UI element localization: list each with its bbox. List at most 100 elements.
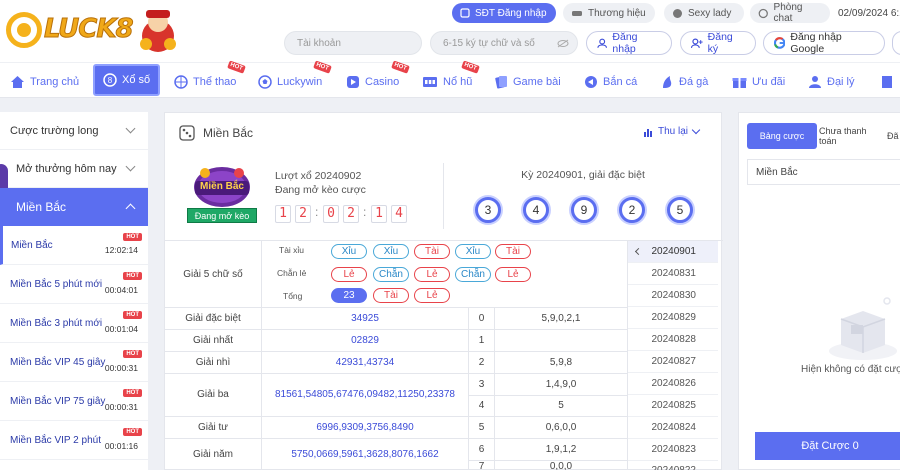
sidebar-item-vip-2[interactable]: Miền Bắc VIP 2 phút HOT 00:01:16 (0, 421, 148, 460)
head-digit: 7 (478, 461, 485, 470)
nav-sports-label: Thể thao (193, 76, 237, 88)
sidebar-item-time: 00:01:16 (104, 441, 138, 451)
phone-icon (460, 8, 470, 18)
lottery-sidebar: Cược trường long Mở thưởng hôm nay Miền … (0, 112, 148, 470)
chevron-left-icon (634, 247, 643, 256)
nav-lottery[interactable]: 8 Xổ số (93, 64, 161, 96)
eye-off-icon[interactable] (557, 39, 569, 48)
sidebar-ongoing-label: Cược trường long (10, 124, 99, 137)
tong-label: Tổng (283, 291, 303, 301)
nav-agent-label: Đại lý (827, 76, 855, 88)
nav-cockfight-label: Đá gà (679, 76, 709, 88)
sidebar-draw-today[interactable]: Mở thưởng hôm nay (0, 150, 148, 204)
round-date-item[interactable]: 20240901 (628, 241, 718, 263)
result-ball: 2 (619, 197, 645, 223)
sidebar-region-mien-bac[interactable]: Miền Bắc (0, 188, 148, 226)
bet-region-select[interactable]: Miền Bắc (747, 159, 900, 185)
nav-more[interactable] (880, 67, 894, 97)
sidebar-ongoing[interactable]: Cược trường long (0, 112, 148, 150)
tai-xiu-tag: Xỉu (455, 244, 491, 259)
prize-value: 42931,43734 (335, 356, 395, 368)
round-date-item[interactable]: 20240829 (628, 307, 718, 329)
phone-login-button[interactable]: SĐT Đăng nhập (452, 3, 556, 23)
dice-icon (179, 125, 195, 141)
nav-slots[interactable]: Nổ hũ HOT (422, 60, 480, 97)
chan-le-tag: Lẻ (495, 267, 531, 282)
sidebar-item-mien-bac-5[interactable]: Miền Bắc 5 phút mới HOT 00:04:01 (0, 265, 148, 304)
tail-digits: 5 (558, 400, 564, 411)
tab-bet-board[interactable]: Bảng cược (747, 123, 817, 149)
round-date-item[interactable]: 20240830 (628, 285, 718, 307)
nav-fishing[interactable]: Bắn cá (584, 67, 637, 97)
nav-slots-label: Nổ hũ (443, 76, 473, 88)
nav-cockfight[interactable]: Đá gà (660, 67, 708, 97)
round-date: 20240901 (651, 246, 697, 257)
sidebar-item-label: Miền Bắc VIP 2 phút (10, 434, 101, 446)
sidebar-item-label: Miền Bắc 5 phút mới (10, 278, 103, 290)
tong-tag: Lẻ (414, 288, 450, 303)
nav-home[interactable]: Trang chủ (10, 67, 79, 97)
nav-agent[interactable]: Đại lý (808, 67, 855, 97)
chat-room-button[interactable]: Phòng chat (750, 2, 830, 24)
place-bet-button[interactable]: Đặt Cược 0 (755, 432, 900, 460)
nav-promotions[interactable]: Ưu đãi (732, 67, 785, 97)
round-date-item[interactable]: 20240823 (628, 439, 718, 461)
lottery-main-panel: Miền Bắc Thu lại Miền Bắc Đang mở kèo Lư… (164, 112, 723, 470)
nav-card-games[interactable]: Game bài (494, 67, 561, 97)
countdown-separator: : (315, 205, 319, 219)
nav-card-games-label: Game bài (513, 76, 561, 88)
result-ball: 3 (475, 197, 501, 223)
google-login-button[interactable]: Đăng nhập Google (763, 31, 885, 55)
round-date-item[interactable]: 20240831 (628, 263, 718, 285)
gift-icon (732, 78, 747, 88)
nav-luckywin-label: Luckywin (277, 76, 323, 88)
chan-le-tag: Lẻ (414, 267, 450, 282)
tong-tag: Tài (373, 288, 409, 303)
book-icon (882, 76, 892, 88)
round-date-item[interactable]: 20240825 (628, 395, 718, 417)
tail-digits: 0,6,0,0 (545, 421, 577, 433)
sexy-lady-button[interactable]: Sexy lady (664, 3, 744, 23)
sidebar-item-label: Miền Bắc VIP 75 giây (10, 395, 106, 407)
extra-button[interactable] (892, 31, 900, 55)
lady-icon (673, 8, 682, 18)
sidebar-item-vip-45[interactable]: Miền Bắc VIP 45 giây HOT 00:00:31 (0, 343, 148, 382)
tai-xiu-label: Tài xỉu (279, 245, 305, 255)
sidebar-item-mien-bac-3[interactable]: Miền Bắc 3 phút mới HOT 00:01:04 (0, 304, 148, 343)
hot-badge: HOT (123, 350, 142, 358)
bar-chart-icon (643, 128, 652, 137)
tai-xiu-tag: Tài (495, 244, 531, 259)
svg-text:8: 8 (108, 76, 113, 85)
prize-label: Giải năm (192, 449, 233, 460)
tail-digits (495, 329, 627, 351)
slot-machine-icon (423, 77, 437, 87)
hot-badge: HOT (461, 60, 480, 74)
round-date-item[interactable]: 20240824 (628, 417, 718, 439)
luck8-logo[interactable]: LUCK8 (4, 4, 184, 54)
countdown-digit: 1 (275, 205, 291, 223)
prize-label: Giải đặc biệt (185, 312, 241, 324)
hot-badge: HOT (123, 389, 142, 397)
register-button[interactable]: Đăng ký (680, 31, 756, 55)
hot-badge: HOT (123, 311, 142, 319)
password-input[interactable]: 6-15 ký tự chữ và số (430, 31, 578, 55)
tab-settled[interactable]: Đã t (887, 123, 900, 149)
nav-casino[interactable]: Casino HOT (346, 60, 410, 97)
account-input[interactable]: Tài khoản (284, 31, 422, 55)
nav-luckywin[interactable]: Luckywin HOT (258, 60, 332, 97)
round-date-item[interactable]: 20240822 (628, 461, 718, 470)
brand-button[interactable]: Thương hiệu (563, 3, 655, 23)
round-date-item[interactable]: 20240827 (628, 351, 718, 373)
sidebar-draw-today-label: Mở thưởng hôm nay (16, 162, 117, 175)
round-date-item[interactable]: 20240826 (628, 373, 718, 395)
empty-bets-text: Hiện không có đặt cược (801, 364, 900, 375)
top-bar: LUCK8 SĐT Đăng nhập Thương hiệu Sexy lad… (0, 0, 900, 62)
login-button[interactable]: Đăng nhập (586, 31, 672, 55)
sidebar-item-mien-bac[interactable]: Miền Bắc HOT 12:02:14 (0, 226, 148, 265)
sidebar-item-vip-75[interactable]: Miền Bắc VIP 75 giây HOT 00:00:31 (0, 382, 148, 421)
head-digit: 0 (478, 312, 485, 324)
nav-sports[interactable]: Thể thao HOT (174, 60, 246, 97)
collapse-history-button[interactable]: Thu lại (643, 125, 701, 137)
tab-unsettled[interactable]: Chưa thanh toán (819, 123, 885, 149)
round-date-item[interactable]: 20240828 (628, 329, 718, 351)
